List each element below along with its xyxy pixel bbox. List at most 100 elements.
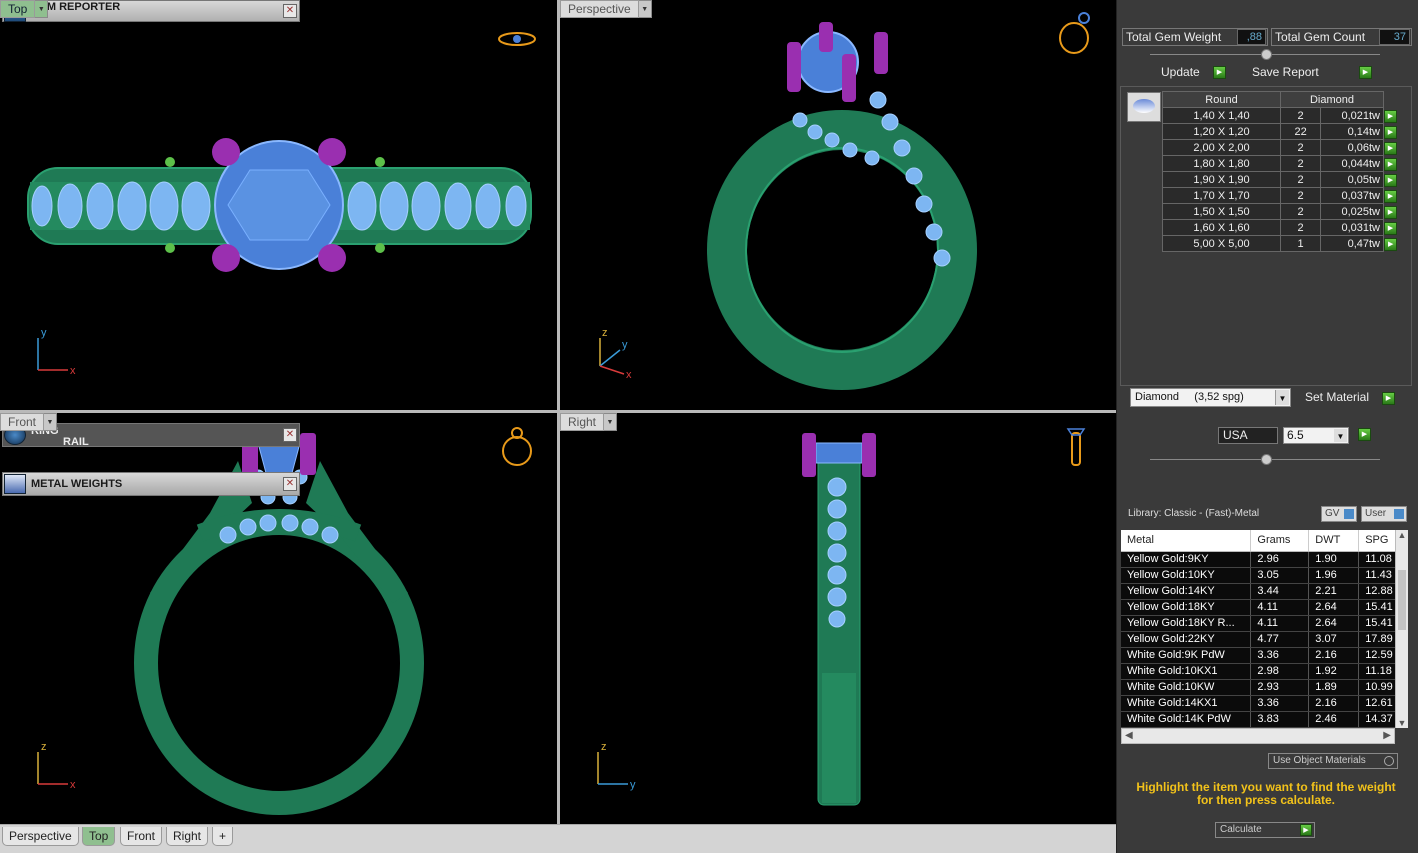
- user-toggle[interactable]: User: [1361, 506, 1407, 522]
- vertical-scrollbar[interactable]: ▲ ▼: [1395, 530, 1408, 728]
- chevron-down-icon[interactable]: ▼: [1275, 390, 1289, 405]
- tab-right[interactable]: Right: [166, 827, 209, 846]
- metal-row[interactable]: Yellow Gold:10KY 3.05 1.96 11.43: [1121, 567, 1408, 584]
- play-icon[interactable]: ▶: [1382, 392, 1395, 405]
- gem-size: 1,50 X 1,50: [1162, 203, 1281, 220]
- tab-front[interactable]: Front: [120, 827, 163, 846]
- chevron-up-icon[interactable]: ▲: [1396, 530, 1408, 540]
- metal-cell: 4.11: [1250, 599, 1310, 616]
- play-icon[interactable]: ▶: [1384, 125, 1397, 139]
- viewport-label[interactable]: Perspective: [560, 0, 639, 18]
- column-header[interactable]: Grams: [1250, 530, 1310, 552]
- gem-row[interactable]: 1,60 X 1,60 2 0,031tw ▶: [1162, 219, 1398, 236]
- gem-row[interactable]: 1,50 X 1,50 2 0,025tw ▶: [1162, 203, 1398, 220]
- axis-label: x: [70, 779, 76, 791]
- gem-count: 1: [1279, 235, 1322, 252]
- chevron-down-icon[interactable]: ▼: [35, 0, 49, 18]
- chevron-right-icon[interactable]: ▶: [1383, 730, 1391, 741]
- play-icon[interactable]: ▶: [1384, 157, 1397, 171]
- close-icon[interactable]: ✕: [283, 477, 297, 491]
- chevron-down-icon[interactable]: ▼: [638, 0, 652, 18]
- viewport-title-perspective[interactable]: Perspective ▼: [560, 0, 652, 18]
- metal-row[interactable]: Yellow Gold:18KY R... 4.11 2.64 15.41: [1121, 615, 1408, 632]
- viewport-title-front[interactable]: Front ▼: [0, 413, 58, 431]
- play-icon[interactable]: ▶: [1384, 141, 1397, 155]
- scroll-thumb[interactable]: [1398, 570, 1406, 630]
- chevron-down-icon[interactable]: ▼: [1334, 429, 1347, 442]
- metal-row[interactable]: Yellow Gold:18KY 4.11 2.64 15.41: [1121, 599, 1408, 616]
- splitter-handle[interactable]: [1261, 49, 1272, 60]
- metal-row[interactable]: Yellow Gold:14KY 3.44 2.21 12.88: [1121, 583, 1408, 600]
- column-header[interactable]: Metal: [1121, 530, 1252, 552]
- gem-row[interactable]: 1,20 X 1,20 22 0,14tw ▶: [1162, 123, 1398, 140]
- viewport-right[interactable]: Right ▼ z y: [560, 413, 1116, 824]
- metal-cell: 3.07: [1308, 631, 1360, 648]
- play-icon[interactable]: ▶: [1358, 428, 1371, 441]
- column-header[interactable]: DWT: [1308, 530, 1360, 552]
- toggle-icon: [1394, 509, 1404, 519]
- gem-count: 2: [1279, 187, 1322, 204]
- metal-row[interactable]: White Gold:10KW 2.93 1.89 10.99: [1121, 679, 1408, 696]
- tab-perspective[interactable]: Perspective: [2, 827, 79, 846]
- hint-text: Highlight the item you want to find the …: [1136, 780, 1396, 807]
- close-icon[interactable]: ✕: [283, 4, 297, 18]
- metal-cell: Yellow Gold:14KY: [1121, 583, 1252, 600]
- gem-row[interactable]: 1,70 X 1,70 2 0,037tw ▶: [1162, 187, 1398, 204]
- gem-row[interactable]: 2,00 X 2,00 2 0,06tw ▶: [1162, 139, 1398, 156]
- gem-size: 1,70 X 1,70: [1162, 187, 1281, 204]
- metal-row[interactable]: White Gold:10KX1 2.98 1.92 11.18: [1121, 663, 1408, 680]
- metal-row[interactable]: White Gold:9K PdW 3.36 2.16 12.59: [1121, 647, 1408, 664]
- gem-row[interactable]: 1,80 X 1,80 2 0,044tw ▶: [1162, 155, 1398, 172]
- metal-cell: 2.16: [1308, 695, 1360, 712]
- gem-row[interactable]: 1,40 X 1,40 2 0,021tw ▶: [1162, 107, 1398, 124]
- gem-weight: 0,031tw: [1320, 219, 1384, 236]
- viewport-label[interactable]: Top: [0, 0, 36, 18]
- gem-count: 22: [1279, 123, 1322, 140]
- play-icon[interactable]: ▶: [1213, 66, 1226, 79]
- play-icon[interactable]: ▶: [1384, 237, 1398, 251]
- ring-orientation-icon: [1066, 428, 1086, 466]
- chevron-left-icon[interactable]: ◀: [1125, 730, 1133, 741]
- gem-row[interactable]: 5,00 X 5,00 1 0,47tw ▶: [1162, 235, 1398, 252]
- play-icon[interactable]: ▶: [1359, 66, 1372, 79]
- chevron-down-icon[interactable]: ▼: [44, 413, 58, 431]
- metal-row[interactable]: White Gold:14KX1 3.36 2.16 12.61: [1121, 695, 1408, 712]
- gv-toggle[interactable]: GV: [1321, 506, 1357, 522]
- metal-cell: 2.98: [1250, 663, 1310, 680]
- viewport-label[interactable]: Front: [0, 413, 45, 431]
- close-icon[interactable]: ✕: [283, 428, 297, 442]
- splitter-handle[interactable]: [1261, 454, 1272, 465]
- viewport-label[interactable]: Right: [560, 413, 605, 431]
- use-object-materials-toggle[interactable]: Use Object Materials: [1268, 753, 1398, 769]
- play-icon[interactable]: ▶: [1384, 221, 1397, 235]
- play-icon[interactable]: ▶: [1300, 824, 1312, 836]
- add-tab-button[interactable]: +: [212, 827, 234, 846]
- viewport-title-top[interactable]: Top ▼: [0, 0, 49, 18]
- play-icon[interactable]: ▶: [1384, 189, 1397, 203]
- metal-row[interactable]: Yellow Gold:9KY 2.96 1.90 11.08: [1121, 551, 1408, 568]
- chevron-down-icon[interactable]: ▼: [1396, 718, 1408, 728]
- play-icon[interactable]: ▶: [1384, 205, 1397, 219]
- gem-size: 2,00 X 2,00: [1162, 139, 1281, 156]
- column-header: Diamond: [1280, 91, 1384, 108]
- ring-standard-field[interactable]: USA: [1218, 427, 1278, 444]
- viewport-top[interactable]: Top ▼ y x: [0, 0, 557, 410]
- viewport-perspective[interactable]: Perspective ▼ z y x: [560, 0, 1116, 410]
- metal-row[interactable]: White Gold:14K PdW 3.83 2.46 14.37: [1121, 711, 1408, 728]
- play-icon[interactable]: ▶: [1384, 173, 1397, 187]
- metal-row[interactable]: Yellow Gold:22KY 4.77 3.07 17.89: [1121, 631, 1408, 648]
- save-report-button[interactable]: Save Report: [1244, 65, 1374, 81]
- viewport-title-right[interactable]: Right ▼: [560, 413, 618, 431]
- chevron-down-icon[interactable]: ▼: [604, 413, 618, 431]
- ring-size-select[interactable]: 6.5 ▼: [1283, 427, 1349, 444]
- metal-cell: 2.96: [1250, 551, 1310, 568]
- material-select[interactable]: Diamond (3,52 spg) ▼: [1130, 388, 1291, 407]
- metal-cell: 1.90: [1308, 551, 1360, 568]
- horizontal-scrollbar[interactable]: ◀ ▶: [1121, 728, 1395, 744]
- tab-top[interactable]: Top: [82, 827, 116, 846]
- play-icon[interactable]: ▶: [1384, 109, 1397, 123]
- viewport-splitter[interactable]: [0, 410, 1116, 413]
- metal-cell: 2.64: [1308, 615, 1360, 632]
- gem-shape-icon[interactable]: [1127, 92, 1161, 122]
- gem-row[interactable]: 1,90 X 1,90 2 0,05tw ▶: [1162, 171, 1398, 188]
